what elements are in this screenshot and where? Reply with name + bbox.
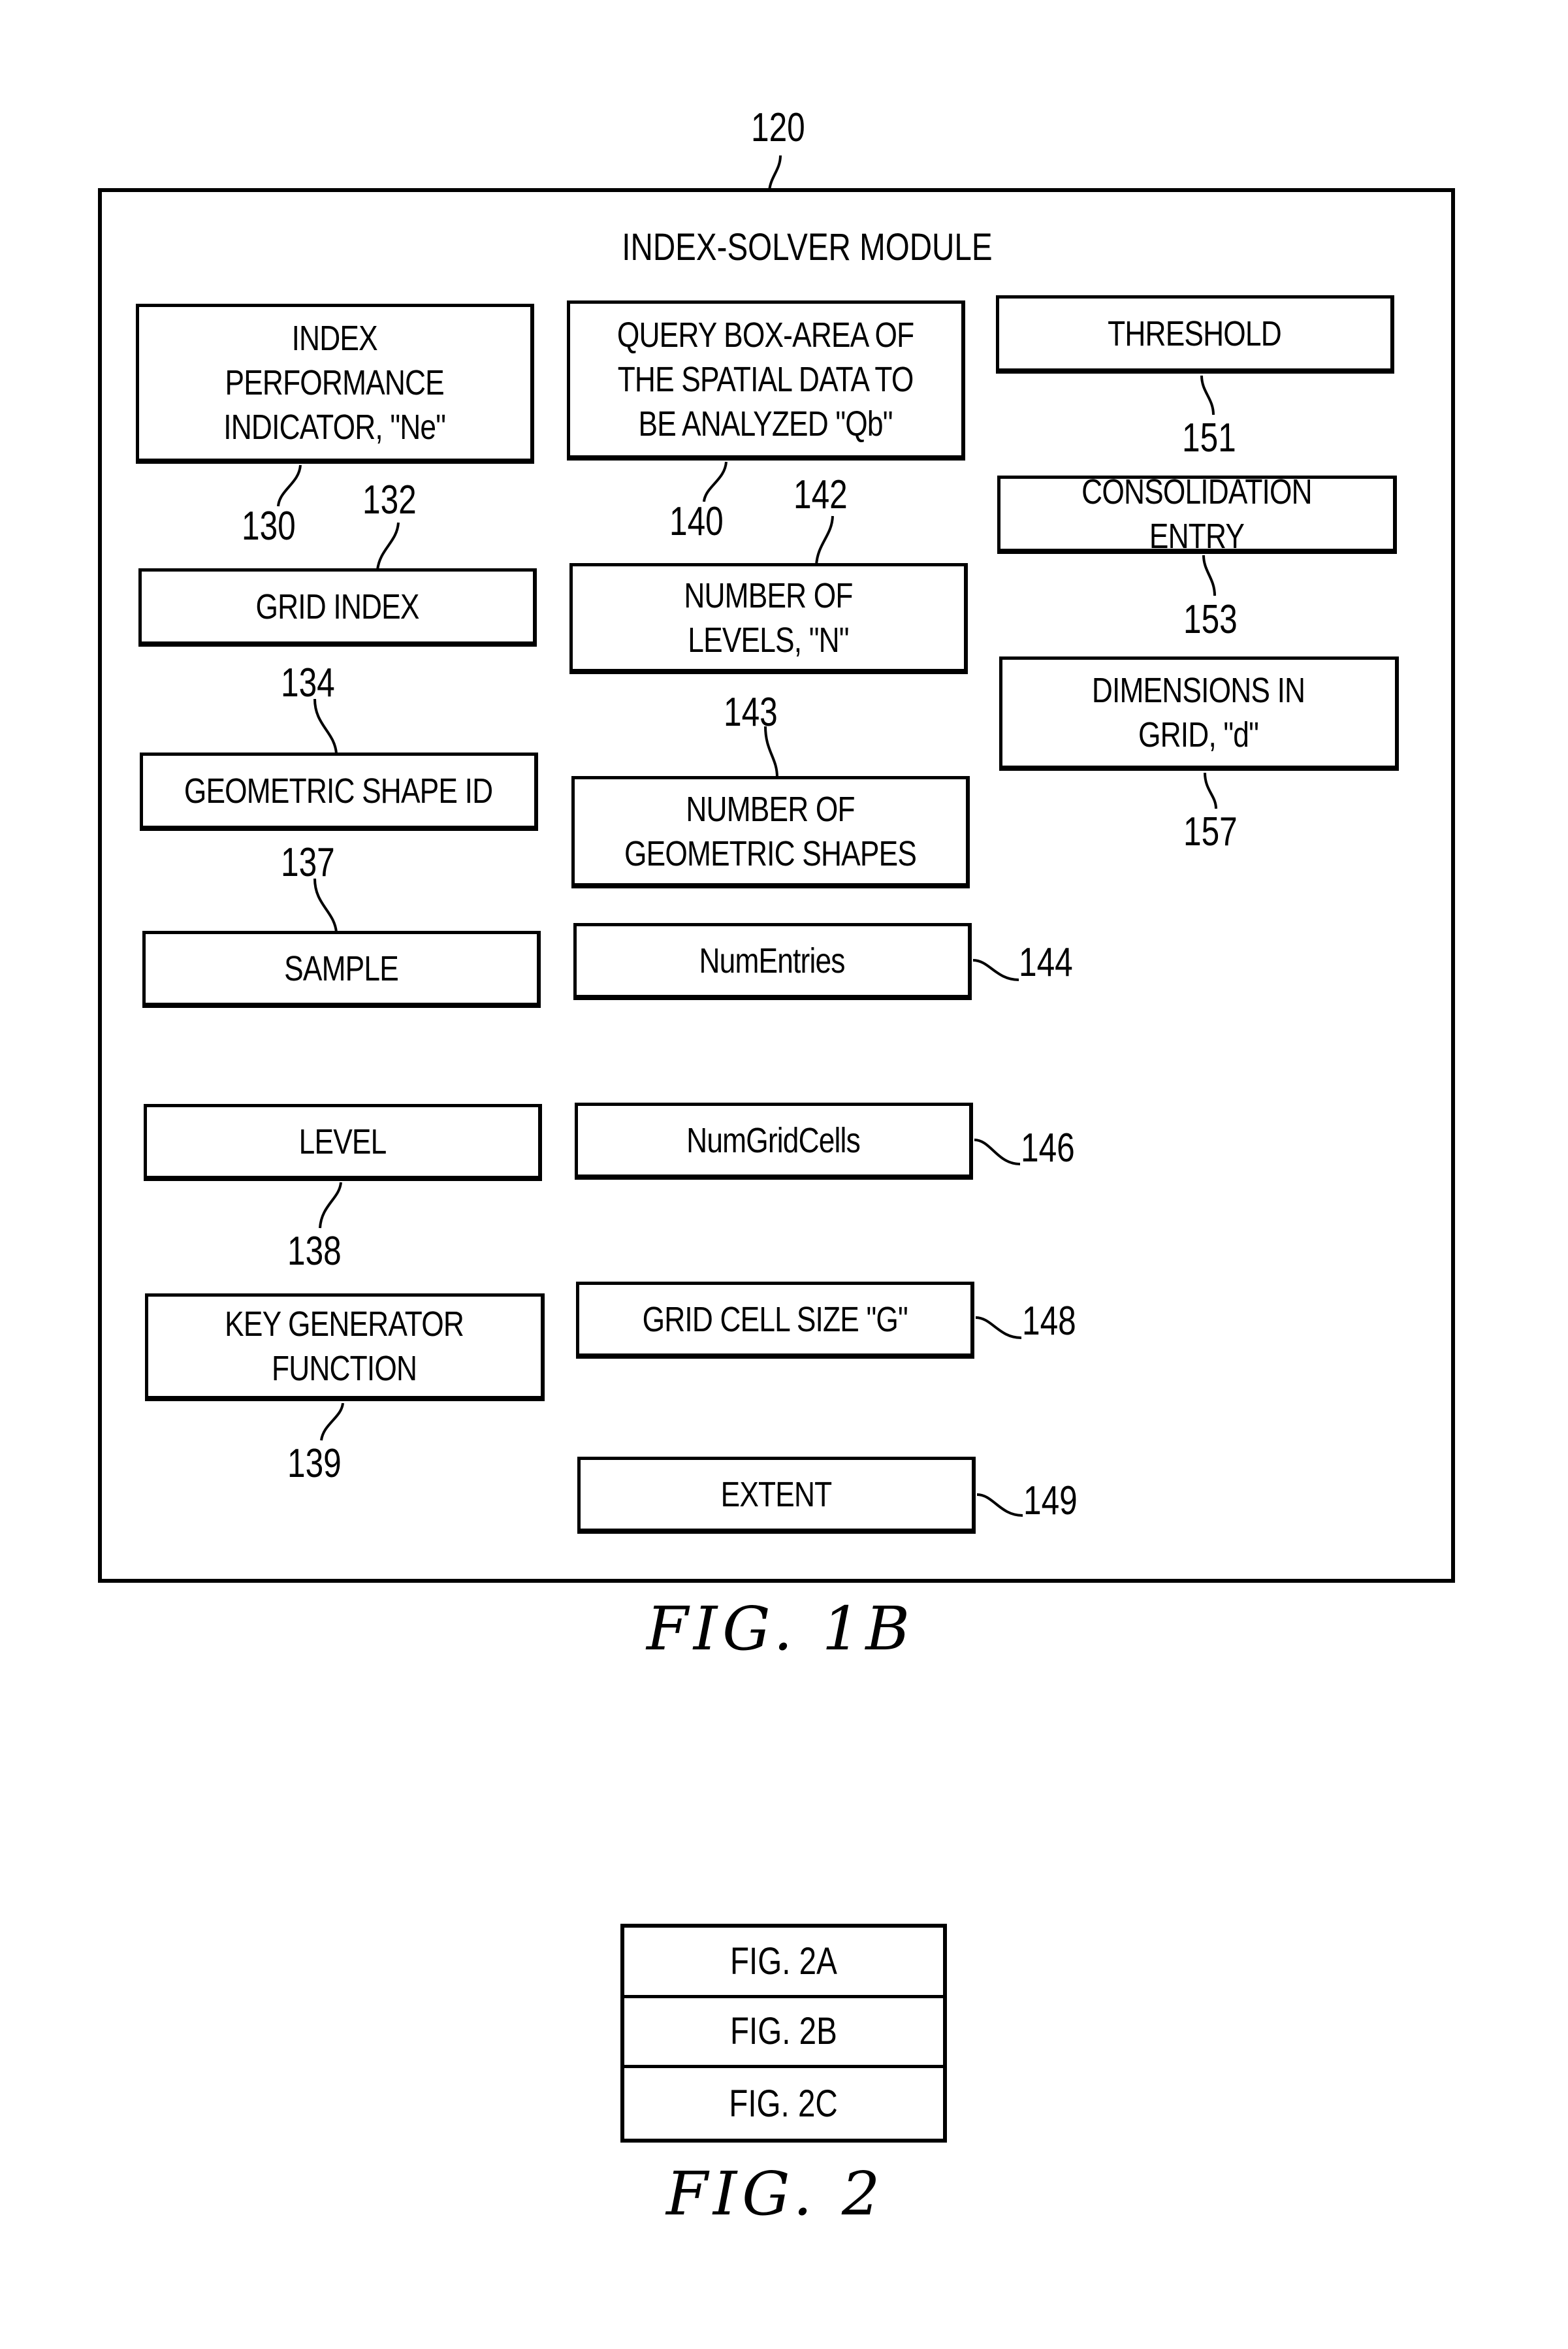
leader-142 xyxy=(815,515,834,566)
leader-149 xyxy=(976,1493,1023,1517)
leader-139 xyxy=(320,1402,344,1441)
leader-132 xyxy=(376,522,400,570)
leader-144 xyxy=(972,959,1019,981)
row-label: FIG. 2B xyxy=(730,2010,837,2053)
leader-148 xyxy=(975,1316,1022,1339)
leader-157 xyxy=(1204,772,1217,809)
leader-120 xyxy=(768,155,782,191)
row-label: FIG. 2A xyxy=(730,1939,837,1983)
leader-130 xyxy=(277,464,302,507)
leader-138 xyxy=(319,1182,342,1229)
figure-2-sheet-layout: FIG. 2A FIG. 2B FIG. 2C xyxy=(620,1924,947,2143)
leader-146 xyxy=(974,1139,1021,1165)
leader-143 xyxy=(764,726,778,778)
leader-140 xyxy=(703,461,728,502)
sheet-fig-2b: FIG. 2B xyxy=(624,1998,943,2069)
leader-153 xyxy=(1202,555,1216,596)
row-label: FIG. 2C xyxy=(729,2082,839,2125)
leader-151 xyxy=(1200,375,1215,415)
sheet-fig-2c: FIG. 2C xyxy=(624,2068,943,2139)
figure-2-caption: FIG. 2 xyxy=(666,2159,886,2229)
leader-137 xyxy=(313,878,338,933)
leader-134 xyxy=(313,698,338,754)
sheet-fig-2a: FIG. 2A xyxy=(624,1928,943,1998)
